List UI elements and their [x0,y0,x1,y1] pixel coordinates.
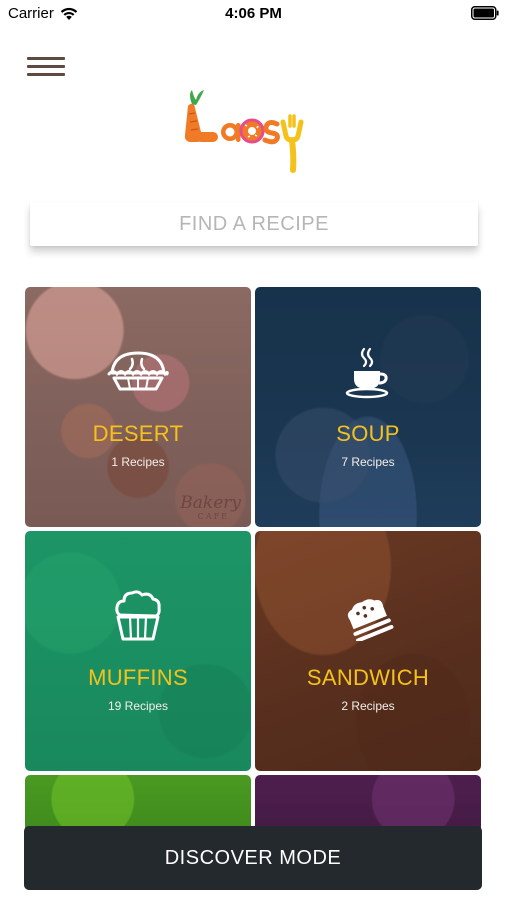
bakery-cafe-sign: Bakery CAFE [180,493,241,521]
pie-icon [107,351,169,391]
sandwich-icon [347,599,394,641]
category-grid: Bakery CAFE DESERT 1 Recipes SOUP 7 Reci… [0,0,507,900]
desert-background [25,287,251,527]
soup-bowl-icon [345,347,389,399]
category-title: SANDWICH [306,665,430,690]
sandwich-background [255,531,481,771]
tile-icon-wrap [255,345,481,401]
tile-icon-wrap [25,589,251,645]
recipe-count: 7 Recipes [341,455,395,469]
recipe-count: 19 Recipes [107,699,169,713]
category-tile-muffins[interactable]: MUFFINS 19 Recipes [25,531,251,771]
soup-background [255,287,481,527]
category-title: SOUP [336,421,400,446]
tile-icon-wrap [25,345,251,401]
muffins-background [25,531,251,771]
tile-icon-wrap [255,593,481,649]
category-title: DESERT [92,421,184,446]
muffin-icon [115,590,161,641]
category-tile-sandwich[interactable]: SANDWICH 2 Recipes [255,531,481,771]
recipe-count: 1 Recipes [111,455,165,469]
category-title: MUFFINS [88,665,188,690]
recipe-count: 2 Recipes [341,699,395,713]
category-tile-soup[interactable]: SOUP 7 Recipes [255,287,481,527]
discover-mode-button[interactable]: DISCOVER MODE [24,826,482,890]
category-tile-desert[interactable]: Bakery CAFE DESERT 1 Recipes [25,287,251,527]
